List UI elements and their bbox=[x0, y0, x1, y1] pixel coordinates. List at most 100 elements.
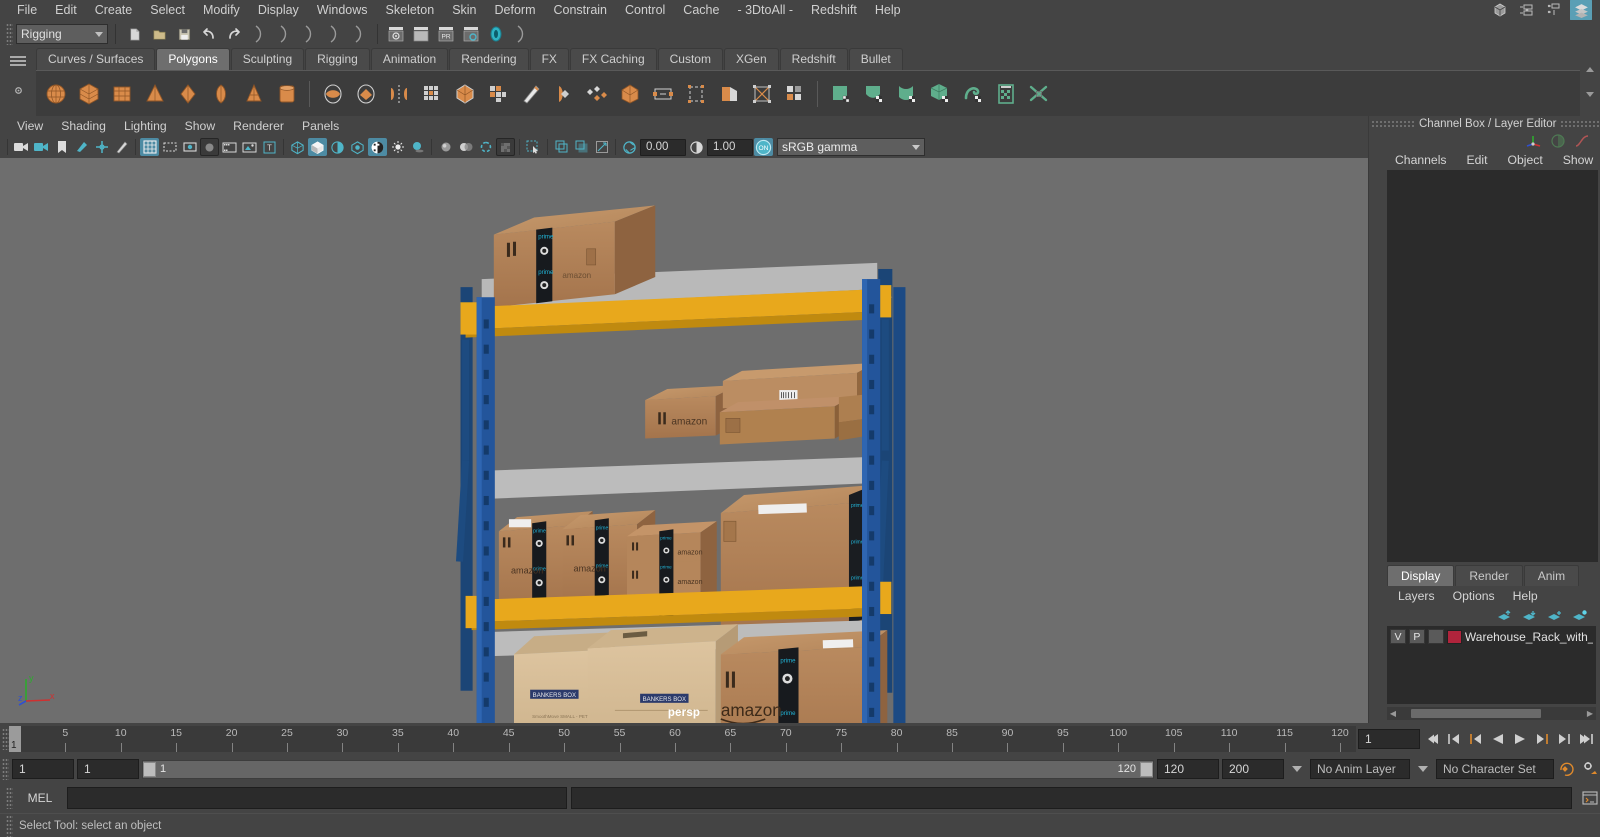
select-by-component-icon[interactable] bbox=[298, 23, 320, 45]
extrude-icon[interactable] bbox=[482, 78, 513, 109]
anim-layer-chevron-icon[interactable] bbox=[1292, 766, 1302, 772]
shelf-tab-xgen[interactable]: XGen bbox=[724, 48, 779, 70]
xray-icon[interactable] bbox=[240, 138, 259, 156]
layer-horizontal-scrollbar[interactable]: ◀ ▶ bbox=[1387, 707, 1596, 720]
shelf-tab-bullet[interactable]: Bullet bbox=[849, 48, 903, 70]
step-back-keyframe-button[interactable] bbox=[1444, 729, 1464, 749]
scroll-left-arrow-icon[interactable]: ◀ bbox=[1387, 709, 1399, 718]
menu-constrain[interactable]: Constrain bbox=[545, 0, 617, 20]
shelf-tab-polygons[interactable]: Polygons bbox=[156, 48, 229, 70]
channel-box-list[interactable] bbox=[1387, 170, 1598, 562]
poly-plane-icon[interactable] bbox=[205, 78, 236, 109]
layer-color-swatch[interactable] bbox=[1447, 630, 1462, 644]
layer-shading-toggle[interactable] bbox=[1428, 629, 1444, 644]
uv-layout-icon[interactable] bbox=[990, 78, 1021, 109]
shelf-tab-animation[interactable]: Animation bbox=[371, 48, 448, 70]
ipr-render-icon[interactable]: PR bbox=[435, 23, 457, 45]
current-time-indicator[interactable]: 1 bbox=[9, 726, 21, 752]
shelf-scroll-down-icon[interactable] bbox=[1585, 91, 1595, 98]
color-space-selector[interactable]: sRGB gamma bbox=[777, 138, 925, 156]
resolution-gate-icon[interactable] bbox=[180, 138, 199, 156]
camera-attributes-icon[interactable] bbox=[32, 138, 51, 156]
poly-torus-icon[interactable] bbox=[172, 78, 203, 109]
wedge-icon[interactable] bbox=[713, 78, 744, 109]
menu-control[interactable]: Control bbox=[616, 0, 674, 20]
panel-drag-handle-right[interactable] bbox=[1560, 120, 1600, 128]
shelf-tab-curves-surfaces[interactable]: Curves / Surfaces bbox=[36, 48, 155, 70]
texture-shading-icon[interactable] bbox=[348, 138, 367, 156]
go-to-start-button[interactable] bbox=[1422, 729, 1442, 749]
shelf-tab-rendering[interactable]: Rendering bbox=[449, 48, 528, 70]
bookmark-icon[interactable] bbox=[52, 138, 71, 156]
command-output-field[interactable] bbox=[571, 787, 1572, 809]
booleans-icon[interactable] bbox=[680, 78, 711, 109]
quad-draw-icon[interactable] bbox=[581, 78, 612, 109]
shading-sphere-icon[interactable] bbox=[1550, 133, 1566, 149]
anim-end-time-field[interactable]: 200 bbox=[1222, 759, 1284, 779]
tab-display-layers[interactable]: Display bbox=[1387, 565, 1454, 586]
shelf-tab-fx[interactable]: FX bbox=[530, 48, 569, 70]
animation-preferences-icon[interactable] bbox=[1580, 759, 1600, 779]
new-scene-icon[interactable] bbox=[123, 23, 145, 45]
uv-planar-icon[interactable] bbox=[858, 78, 889, 109]
layer-playback-toggle[interactable]: P bbox=[1409, 629, 1425, 644]
exposure-icon[interactable] bbox=[620, 138, 639, 156]
gamma-field[interactable]: 1.00 bbox=[707, 139, 753, 156]
tool-settings-icon[interactable] bbox=[1543, 0, 1565, 21]
combine-icon[interactable] bbox=[317, 78, 348, 109]
shelf-tab-sculpting[interactable]: Sculpting bbox=[231, 48, 304, 70]
redo-icon[interactable] bbox=[223, 23, 245, 45]
render-current-frame-icon[interactable] bbox=[385, 23, 407, 45]
uv-unfold-icon[interactable] bbox=[957, 78, 988, 109]
render-settings-icon[interactable] bbox=[460, 23, 482, 45]
command-input-field[interactable] bbox=[67, 787, 567, 809]
shelf-tab-fx-caching[interactable]: FX Caching bbox=[570, 48, 657, 70]
mirror-icon[interactable] bbox=[383, 78, 414, 109]
menu-redshift[interactable]: Redshift bbox=[802, 0, 866, 20]
character-set-selector[interactable]: No Character Set bbox=[1436, 759, 1554, 779]
attribute-editor-icon[interactable] bbox=[1516, 0, 1538, 21]
menu-skin[interactable]: Skin bbox=[443, 0, 485, 20]
image-plane-icon[interactable] bbox=[72, 138, 91, 156]
helpline-drag-handle[interactable] bbox=[6, 815, 13, 837]
use-all-lights-icon[interactable] bbox=[388, 138, 407, 156]
range-left-handle[interactable] bbox=[143, 762, 156, 777]
menu-windows[interactable]: Windows bbox=[308, 0, 377, 20]
shade-wireframe-icon[interactable] bbox=[328, 138, 347, 156]
poly-disc-icon[interactable] bbox=[238, 78, 269, 109]
step-forward-keyframe-button[interactable] bbox=[1554, 729, 1574, 749]
separate-icon[interactable] bbox=[350, 78, 381, 109]
go-to-end-button[interactable] bbox=[1576, 729, 1596, 749]
bridge-icon[interactable] bbox=[614, 78, 645, 109]
step-forward-frame-button[interactable] bbox=[1532, 729, 1552, 749]
channelbox-menu-channels[interactable]: Channels bbox=[1385, 151, 1457, 169]
screen-space-ao-icon[interactable] bbox=[436, 138, 455, 156]
step-back-frame-button[interactable] bbox=[1466, 729, 1486, 749]
undo-icon[interactable] bbox=[198, 23, 220, 45]
add-selected-to-layer-icon[interactable] bbox=[1572, 610, 1588, 623]
select-mask-icon[interactable] bbox=[323, 23, 345, 45]
range-slider-bar[interactable]: 1 120 bbox=[142, 760, 1154, 779]
range-right-handle[interactable] bbox=[1140, 762, 1153, 777]
timeslider-drag-handle[interactable] bbox=[2, 728, 9, 750]
target-weld-icon[interactable] bbox=[548, 78, 579, 109]
poly-platonic-icon[interactable] bbox=[271, 78, 302, 109]
viewport-menu-panels[interactable]: Panels bbox=[293, 117, 348, 135]
layer-row[interactable]: V P Warehouse_Rack_with_B bbox=[1389, 628, 1594, 645]
menu-file[interactable]: File bbox=[8, 0, 46, 20]
panel-drag-handle[interactable] bbox=[1371, 120, 1415, 128]
color-management-toggle-icon[interactable]: ON bbox=[754, 138, 773, 156]
text-overlay-icon[interactable]: T bbox=[260, 138, 279, 156]
shelf-tab-custom[interactable]: Custom bbox=[658, 48, 723, 70]
menu-select[interactable]: Select bbox=[141, 0, 194, 20]
current-frame-field[interactable]: 1 bbox=[1358, 729, 1420, 749]
anim-start-time-field[interactable]: 1 bbox=[12, 759, 74, 779]
smooth-icon[interactable] bbox=[449, 78, 480, 109]
hypershade-icon[interactable] bbox=[485, 23, 507, 45]
crease-icon[interactable] bbox=[779, 78, 810, 109]
poly-cube-icon[interactable] bbox=[73, 78, 104, 109]
auto-keyframe-toggle-icon[interactable] bbox=[1557, 759, 1577, 779]
tab-render-layers[interactable]: Render bbox=[1455, 565, 1522, 586]
statusline-drag-handle[interactable] bbox=[6, 23, 13, 45]
menu-set-selector[interactable]: Rigging bbox=[16, 24, 108, 44]
